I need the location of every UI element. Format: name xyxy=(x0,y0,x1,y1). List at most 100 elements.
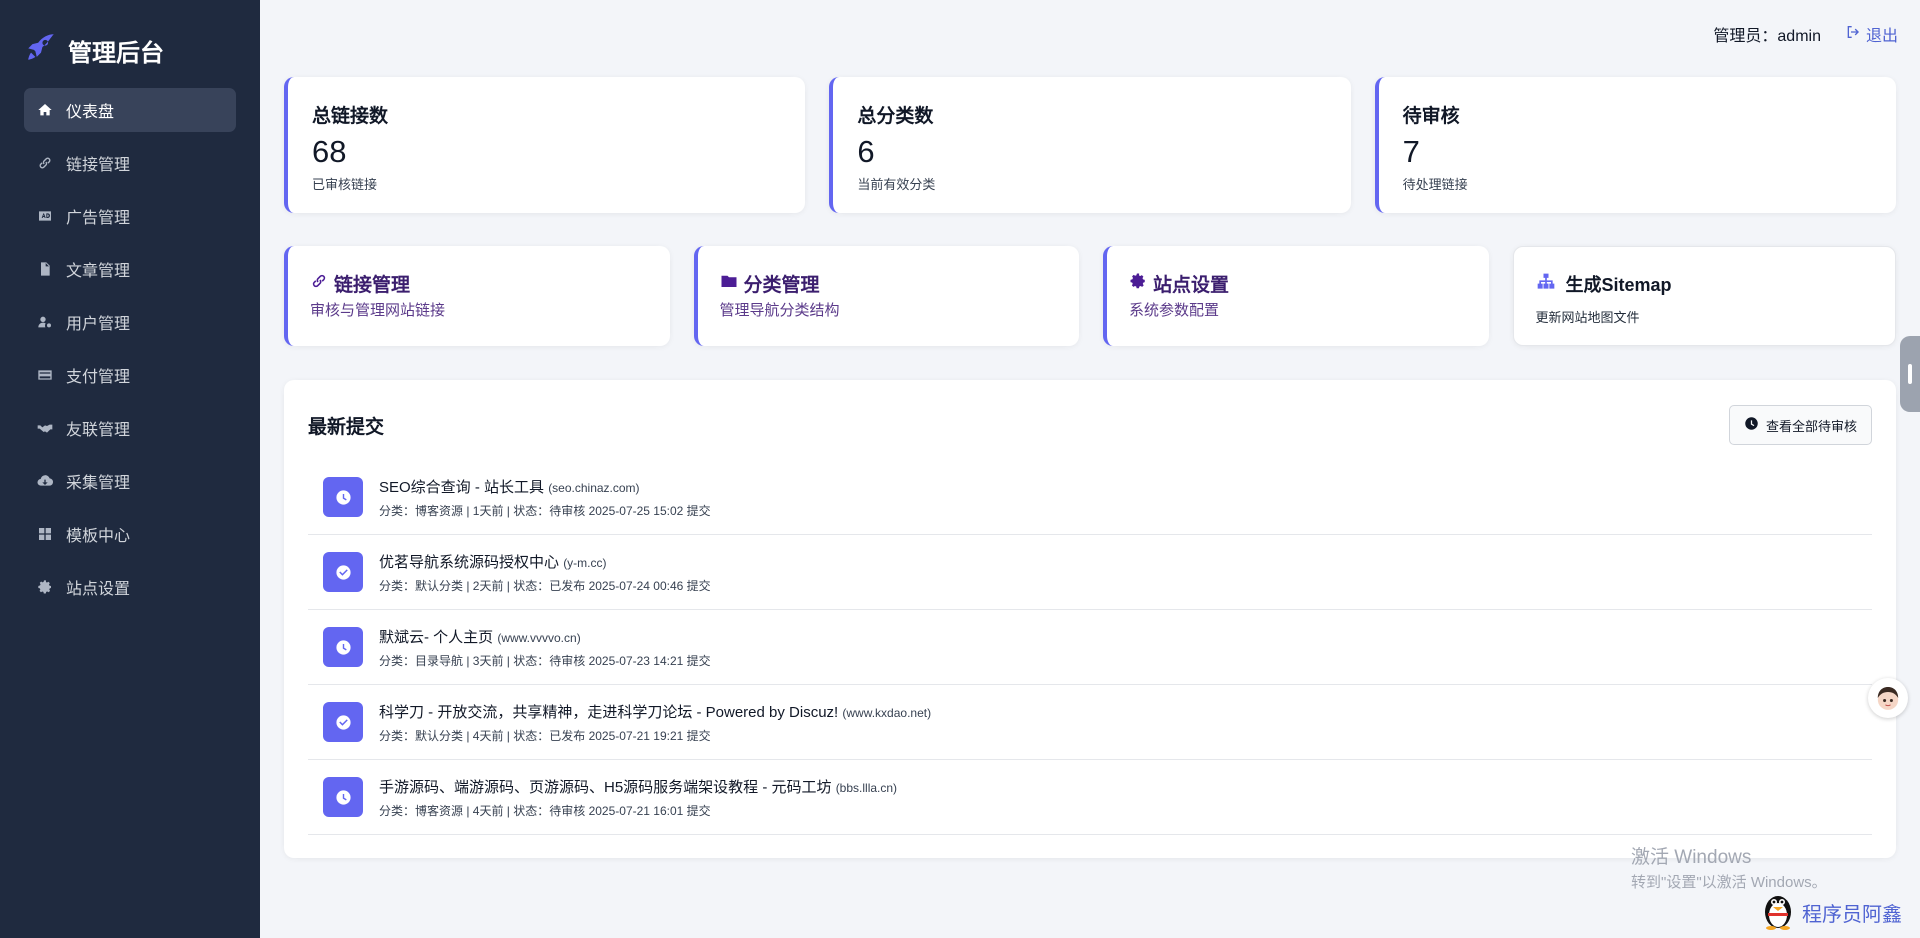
sidebar-item-label: 模板中心 xyxy=(66,528,131,545)
stat-sub: 已审核链接 xyxy=(312,177,378,192)
author-label: 程序员阿鑫 xyxy=(1802,903,1902,926)
quick-link-links[interactable]: 链接管理 审核与管理网站链接 xyxy=(284,246,670,346)
sidebar-item-settings[interactable]: 站点设置 xyxy=(24,565,236,609)
view-all-pending-button[interactable]: 查看全部待审核 xyxy=(1728,405,1872,445)
stat-value: 6 xyxy=(857,134,875,169)
clock-icon xyxy=(323,477,363,517)
list-item[interactable]: 科学刀 - 开放交流，共享精神，走进科学刀论坛 - Powered by Dis… xyxy=(308,685,1872,760)
sidebar-item-collect[interactable]: 采集管理 xyxy=(24,459,236,503)
clock-icon xyxy=(1744,416,1759,434)
logout-button[interactable]: 退出 xyxy=(1845,22,1898,46)
quick-link-sub: 管理导航分类结构 xyxy=(719,302,840,319)
quick-link-sub: 更新网站地图文件 xyxy=(1535,310,1640,325)
item-meta: 分类：默认分类 | 4天前 | 状态：已发布 2025-07-21 19:21 … xyxy=(379,728,711,743)
latest-submissions-panel: 最新提交 查看全部待审核 SEO综合查询 - 站长工具 (seo.chinaz.… xyxy=(284,380,1896,858)
item-title[interactable]: 默斌云- 个人主页 xyxy=(379,629,493,646)
stats-row: 总链接数 68 已审核链接 总分类数 6 当前有效分类 待审核 7 待处理链接 xyxy=(284,77,1896,213)
item-domain: (y-m.cc) xyxy=(563,555,607,570)
brand[interactable]: 管理后台 xyxy=(0,0,260,76)
sidebar-item-label: 支付管理 xyxy=(66,369,131,386)
item-meta: 分类：目录导航 | 3天前 | 状态：待审核 2025-07-23 14:21 … xyxy=(379,653,711,668)
check-circle-icon xyxy=(323,702,363,742)
sidebar-item-links[interactable]: 链接管理 xyxy=(24,141,236,185)
stat-value: 7 xyxy=(1402,134,1420,169)
sidebar-item-payments[interactable]: 支付管理 xyxy=(24,353,236,397)
sidebar: 管理后台 仪表盘 链接管理 广告管理 文章管理 用户管理 支付管理 友联管理 采… xyxy=(0,0,260,938)
list-item[interactable]: 默斌云- 个人主页 (www.vvvvo.cn) 分类：目录导航 | 3天前 |… xyxy=(308,610,1872,685)
quick-link-sub: 审核与管理网站链接 xyxy=(310,302,446,319)
check-circle-icon xyxy=(323,552,363,592)
sidebar-item-label: 采集管理 xyxy=(66,475,131,492)
stat-label: 待审核 xyxy=(1402,106,1460,127)
quick-link-title: 分类管理 xyxy=(743,275,820,296)
quick-link-title: 链接管理 xyxy=(334,275,411,296)
sidebar-item-friendlinks[interactable]: 友联管理 xyxy=(24,406,236,450)
topbar: 管理员：admin 退出 xyxy=(1713,22,1898,46)
gear-icon xyxy=(36,578,54,596)
sidebar-item-label: 文章管理 xyxy=(66,263,131,280)
item-title[interactable]: 手游源码、端游源码、页游源码、H5源码服务端架设教程 - 元码工坊 xyxy=(379,779,832,796)
quick-link-categories[interactable]: 分类管理 管理导航分类结构 xyxy=(693,246,1079,346)
sidebar-item-dashboard[interactable]: 仪表盘 xyxy=(24,88,236,132)
ad-icon xyxy=(36,207,54,225)
panel-title: 最新提交 xyxy=(308,416,385,438)
gear-icon xyxy=(1129,272,1147,296)
sidebar-item-templates[interactable]: 模板中心 xyxy=(24,512,236,556)
item-title[interactable]: 优茗导航系统源码授权中心 xyxy=(379,554,559,571)
sidebar-item-users[interactable]: 用户管理 xyxy=(24,300,236,344)
file-icon xyxy=(36,260,54,278)
item-domain: (www.kxdao.net) xyxy=(842,705,932,720)
quick-links-row: 链接管理 审核与管理网站链接 分类管理 管理导航分类结构 站点设置 系统参数配置… xyxy=(284,246,1896,346)
quick-link-title: 站点设置 xyxy=(1153,275,1230,296)
penguin-icon xyxy=(1758,888,1798,936)
sidebar-item-label: 友联管理 xyxy=(66,422,131,439)
sign-out-icon xyxy=(1845,24,1861,45)
sidebar-item-label: 广告管理 xyxy=(66,210,131,227)
list-item[interactable]: SEO综合查询 - 站长工具 (seo.chinaz.com) 分类：博客资源 … xyxy=(308,460,1872,535)
sidebar-item-articles[interactable]: 文章管理 xyxy=(24,247,236,291)
sidebar-item-label: 用户管理 xyxy=(66,316,131,333)
grid-icon xyxy=(36,525,54,543)
folder-icon xyxy=(720,272,738,296)
quick-link-sitemap[interactable]: 生成Sitemap 更新网站地图文件 xyxy=(1512,246,1896,346)
list-item[interactable]: 优茗导航系统源码授权中心 (y-m.cc) 分类：默认分类 | 2天前 | 状态… xyxy=(308,535,1872,610)
stat-card-total-links: 总链接数 68 已审核链接 xyxy=(284,77,806,213)
quick-link-sub: 系统参数配置 xyxy=(1129,302,1220,319)
sidebar-item-label: 仪表盘 xyxy=(66,104,115,121)
brand-title: 管理后台 xyxy=(68,39,164,67)
side-scroll-handle[interactable] xyxy=(1900,336,1920,412)
sidebar-nav: 仪表盘 链接管理 广告管理 文章管理 用户管理 支付管理 友联管理 采集管理 模… xyxy=(0,88,260,609)
stat-sub: 当前有效分类 xyxy=(857,177,936,192)
link-icon xyxy=(310,272,328,296)
cloud-download-icon xyxy=(36,472,54,490)
rocket-icon xyxy=(24,30,58,71)
credit-card-icon xyxy=(36,366,54,384)
handshake-icon xyxy=(36,419,54,437)
author-watermark: 程序员阿鑫 xyxy=(1758,888,1902,936)
stat-card-pending: 待审核 7 待处理链接 xyxy=(1374,77,1896,213)
item-meta: 分类：默认分类 | 2天前 | 状态：已发布 2025-07-24 00:46 … xyxy=(379,578,711,593)
item-domain: (bbs.llla.cn) xyxy=(835,780,898,795)
home-icon xyxy=(36,101,54,119)
user-gear-icon xyxy=(36,313,54,331)
item-domain: (www.vvvvo.cn) xyxy=(497,630,581,645)
watermark-line1: 激活 Windows xyxy=(1631,847,1752,868)
stat-value: 68 xyxy=(312,134,347,169)
windows-activation-watermark: 激活 Windows 转到"设置"以激活 Windows。 xyxy=(1631,842,1827,892)
item-meta: 分类：博客资源 | 1天前 | 状态：待审核 2025-07-25 15:02 … xyxy=(379,503,711,518)
item-domain: (seo.chinaz.com) xyxy=(548,480,640,495)
sidebar-item-label: 站点设置 xyxy=(66,581,131,598)
item-title[interactable]: 科学刀 - 开放交流，共享精神，走进科学刀论坛 - Powered by Dis… xyxy=(379,704,838,721)
item-title[interactable]: SEO综合查询 - 站长工具 xyxy=(379,479,544,496)
sidebar-item-ads[interactable]: 广告管理 xyxy=(24,194,236,238)
stat-label: 总链接数 xyxy=(312,106,389,127)
submission-list: SEO综合查询 - 站长工具 (seo.chinaz.com) 分类：博客资源 … xyxy=(308,460,1872,835)
sitemap-icon xyxy=(1536,272,1560,297)
view-all-label: 查看全部待审核 xyxy=(1765,418,1857,434)
quick-link-settings[interactable]: 站点设置 系统参数配置 xyxy=(1103,246,1489,346)
clock-icon xyxy=(323,777,363,817)
item-meta: 分类：博客资源 | 4天前 | 状态：待审核 2025-07-21 16:01 … xyxy=(379,803,711,818)
quick-link-title: 生成Sitemap xyxy=(1565,275,1672,295)
list-item[interactable]: 手游源码、端游源码、页游源码、H5源码服务端架设教程 - 元码工坊 (bbs.l… xyxy=(308,760,1872,835)
assistant-avatar[interactable] xyxy=(1868,678,1908,718)
